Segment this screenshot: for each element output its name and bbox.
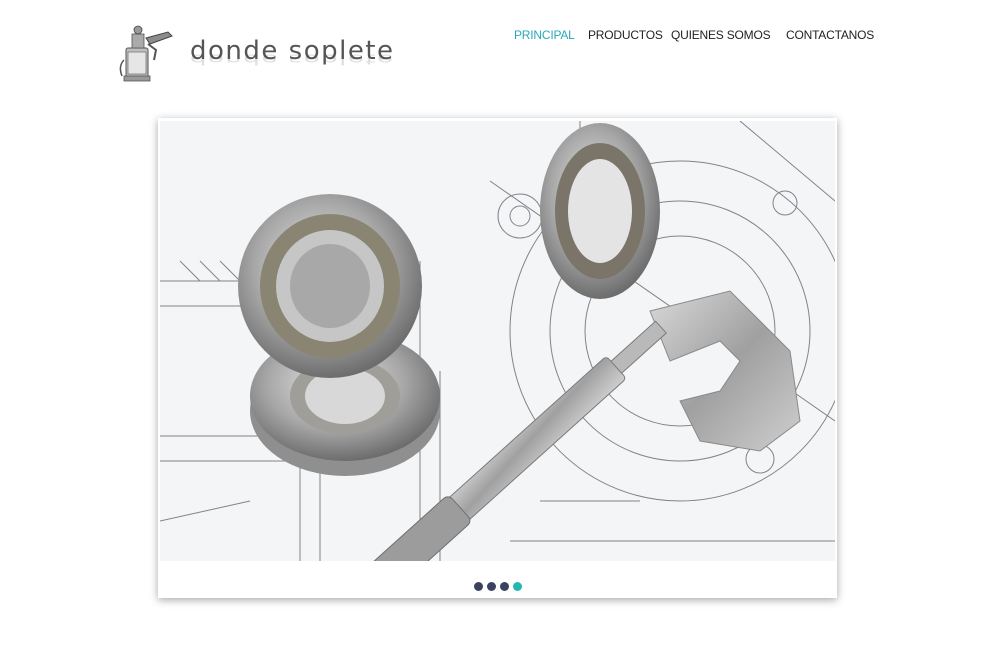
slider-dot-2[interactable] — [486, 582, 496, 591]
logo-text-reflection: donde soplete — [190, 50, 395, 68]
nav-item-productos[interactable]: PRODUCTOS — [588, 28, 663, 42]
bearings-micrometer-illustration — [160, 121, 835, 561]
slide-image — [160, 121, 835, 561]
slider-pagination — [158, 578, 837, 596]
slider-dot-1[interactable] — [473, 582, 483, 591]
image-slider — [158, 118, 837, 598]
nav-item-quienes-somos[interactable]: QUIENES SOMOS — [671, 28, 771, 42]
nav-item-principal[interactable]: PRINCIPAL — [514, 28, 575, 42]
blowtorch-icon — [119, 25, 173, 82]
nav-item-contactanos[interactable]: CONTACTANOS — [786, 28, 874, 42]
slider-dot-3[interactable] — [499, 582, 509, 591]
logo[interactable]: donde soplete donde soplete — [118, 20, 468, 86]
slider-dot-4[interactable] — [512, 582, 522, 591]
site-header: donde soplete donde soplete PRINCIPAL PR… — [0, 0, 1000, 100]
